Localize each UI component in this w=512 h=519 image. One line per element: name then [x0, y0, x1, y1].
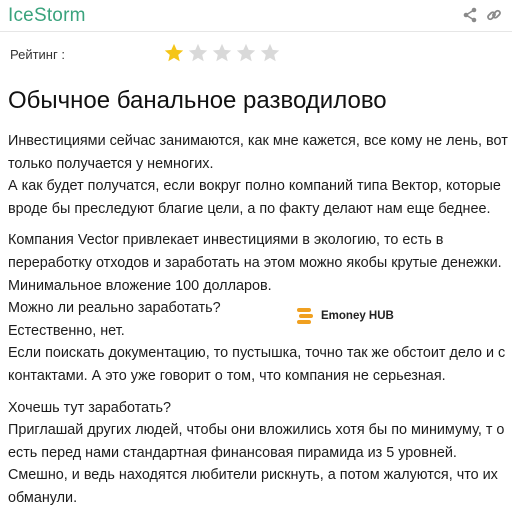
article-title: Обычное банальное разводилово	[8, 87, 387, 114]
article-body: Инвестициями сейчас занимаются, как мне …	[8, 130, 508, 519]
text-line: только получается у немногих.	[8, 155, 214, 172]
text-line: Компания Vector привлекает инвестициями …	[8, 232, 444, 249]
text-line: Естественно, нет.	[8, 322, 125, 339]
star-icon-5[interactable]	[259, 42, 281, 64]
emoney-logo-icon	[297, 308, 313, 324]
text-line: Смешно, и ведь находятся любители рискну…	[8, 467, 498, 484]
text-line: Можно ли реально заработать?	[8, 300, 221, 317]
link-icon[interactable]	[486, 7, 502, 23]
rating-label: Рейтинг :	[10, 47, 65, 62]
text-line: Инвестициями сейчас занимаются, как мне …	[8, 133, 508, 149]
star-icon-4[interactable]	[235, 42, 257, 64]
text-line: Хочешь тут заработать?	[8, 399, 171, 416]
top-bar: IceStorm	[0, 0, 512, 32]
watermark: Emoney HUB	[295, 305, 394, 327]
text-line: есть перед нами стандартная финансовая п…	[8, 444, 457, 461]
text-line: А как будет получатся, если вокруг полно…	[8, 178, 501, 195]
star-icon-1[interactable]	[163, 42, 185, 64]
site-name[interactable]: IceStorm	[8, 5, 86, 27]
top-actions	[462, 7, 502, 23]
star-icon-2[interactable]	[187, 42, 209, 64]
text-line: контактами. А это уже говорит о том, что…	[8, 367, 446, 384]
paragraph-1: Инвестициями сейчас занимаются, как мне …	[8, 130, 508, 220]
text-line: Приглашай других людей, чтобы они вложил…	[8, 422, 505, 439]
star-icon-3[interactable]	[211, 42, 233, 64]
paragraph-2: Компания Vector привлекает инвестициями …	[8, 229, 506, 387]
watermark-text: Emoney HUB	[321, 310, 394, 322]
text-line: вроде бы преследуют благие цели, а по фа…	[8, 200, 491, 217]
rating-row: Рейтинг :	[10, 42, 410, 66]
paragraph-3: Хочешь тут заработать? Приглашай других …	[8, 397, 506, 510]
text-line: обманули.	[8, 489, 78, 506]
share-icon[interactable]	[462, 7, 478, 23]
text-line: переработку отходов и заработать на этом…	[8, 254, 502, 271]
rating-stars	[163, 42, 281, 64]
text-line: Если поискать документацию, то пустышка,…	[8, 345, 506, 362]
text-line: Минимальное вложение 100 долларов.	[8, 277, 272, 294]
